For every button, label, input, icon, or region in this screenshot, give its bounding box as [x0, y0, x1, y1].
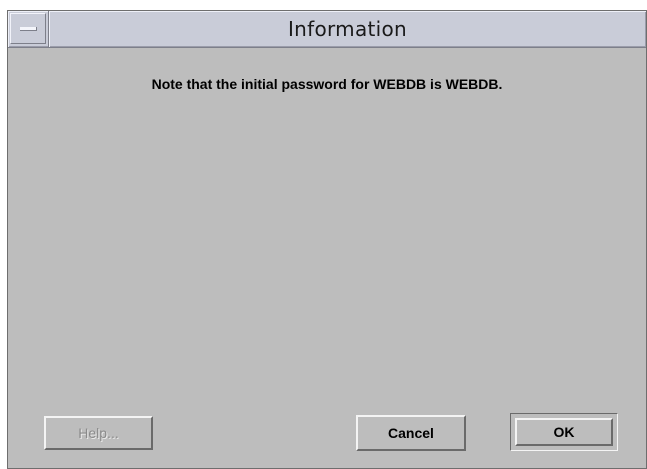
information-dialog: Information Note that the initial passwo… [7, 10, 647, 469]
window-title: Information [287, 17, 408, 41]
help-button: Help... [44, 416, 153, 450]
dialog-content: Note that the initial password for WEBDB… [8, 48, 646, 468]
title-area[interactable]: Information [48, 11, 646, 47]
window-menu-button[interactable] [10, 13, 46, 44]
cancel-button[interactable]: Cancel [356, 415, 466, 451]
message-text: Note that the initial password for WEBDB… [151, 76, 503, 92]
ok-button[interactable]: OK [515, 418, 613, 446]
window-menu-icon [20, 27, 37, 31]
titlebar: Information [8, 11, 646, 48]
